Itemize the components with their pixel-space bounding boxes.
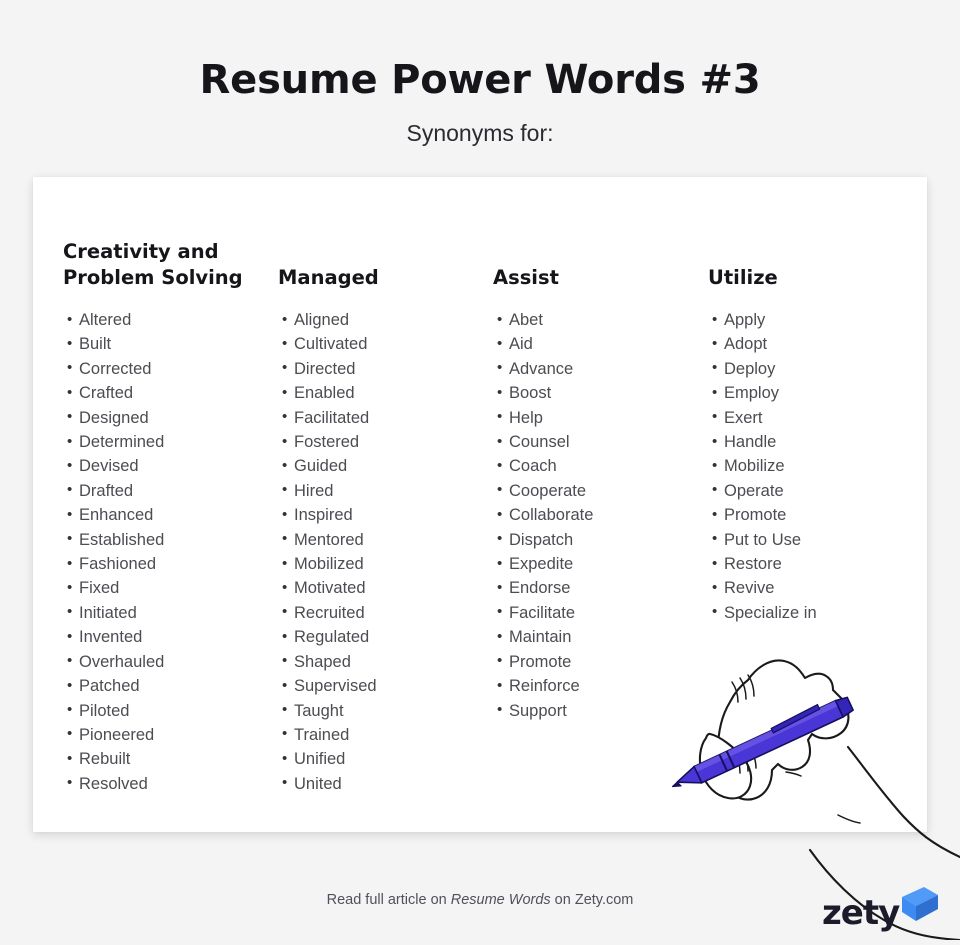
list-item: Apply bbox=[712, 307, 923, 332]
list-item: Initiated bbox=[67, 600, 278, 625]
list-item: Cooperate bbox=[497, 478, 708, 503]
footer-text-before: Read full article on bbox=[326, 892, 451, 908]
list-item: Recruited bbox=[282, 600, 493, 625]
list-item: Counsel bbox=[497, 430, 708, 455]
word-column-utilize: Utilize Apply Adopt Deploy Employ Exert … bbox=[708, 219, 923, 832]
zety-arrow-icon bbox=[898, 885, 940, 925]
list-item: Drafted bbox=[67, 478, 278, 503]
list-item: Fixed bbox=[67, 576, 278, 601]
list-item: Specialize in bbox=[712, 600, 923, 625]
list-item: Dispatch bbox=[497, 527, 708, 552]
list-item: Facilitated bbox=[282, 405, 493, 430]
list-item: Advance bbox=[497, 356, 708, 381]
list-item: Fostered bbox=[282, 430, 493, 455]
list-item: Trained bbox=[282, 722, 493, 747]
list-item: Pioneered bbox=[67, 722, 278, 747]
page-title: Resume Power Words #3 bbox=[199, 57, 761, 103]
list-item: Aligned bbox=[282, 307, 493, 332]
list-item: Taught bbox=[282, 698, 493, 723]
column-heading-box: Utilize bbox=[708, 219, 923, 291]
list-item: Devised bbox=[67, 454, 278, 479]
list-item: Unified bbox=[282, 747, 493, 772]
column-heading-managed: Managed bbox=[278, 266, 379, 290]
list-item: Abet bbox=[497, 307, 708, 332]
word-list-utilize: Apply Adopt Deploy Employ Exert Handle M… bbox=[708, 307, 923, 625]
list-item: Enhanced bbox=[67, 503, 278, 528]
column-heading-utilize: Utilize bbox=[708, 266, 778, 290]
list-item: Boost bbox=[497, 381, 708, 406]
list-item: Built bbox=[67, 332, 278, 357]
list-item: Promote bbox=[712, 503, 923, 528]
page-subtitle: Synonyms for: bbox=[406, 120, 554, 146]
word-list-managed: Aligned Cultivated Directed Enabled Faci… bbox=[278, 307, 493, 796]
list-item: Altered bbox=[67, 307, 278, 332]
column-heading-assist: Assist bbox=[493, 266, 559, 290]
list-item: Deploy bbox=[712, 356, 923, 381]
word-column-creativity: Creativity and Problem Solving Altered B… bbox=[63, 219, 278, 832]
list-item: Restore bbox=[712, 552, 923, 577]
list-item: Corrected bbox=[67, 356, 278, 381]
list-item: Support bbox=[497, 698, 708, 723]
list-item: Piloted bbox=[67, 698, 278, 723]
word-list-card: Creativity and Problem Solving Altered B… bbox=[33, 177, 927, 832]
list-item: Crafted bbox=[67, 381, 278, 406]
list-item: Put to Use bbox=[712, 527, 923, 552]
list-item: Operate bbox=[712, 478, 923, 503]
list-item: Exert bbox=[712, 405, 923, 430]
zety-logo-wordmark: zety bbox=[822, 893, 900, 933]
list-item: Reinforce bbox=[497, 674, 708, 699]
list-item: Mobilize bbox=[712, 454, 923, 479]
list-item: Directed bbox=[282, 356, 493, 381]
list-item: Determined bbox=[67, 430, 278, 455]
page-footer: Read full article on Resume Words on Zet… bbox=[0, 855, 960, 939]
list-item: Resolved bbox=[67, 771, 278, 796]
list-item: Regulated bbox=[282, 625, 493, 650]
list-item: Facilitate bbox=[497, 600, 708, 625]
list-item: Inspired bbox=[282, 503, 493, 528]
column-heading-creativity: Creativity and Problem Solving bbox=[63, 240, 243, 290]
list-item: Cultivated bbox=[282, 332, 493, 357]
list-item: Enabled bbox=[282, 381, 493, 406]
list-item: Motivated bbox=[282, 576, 493, 601]
column-heading-box: Creativity and Problem Solving bbox=[63, 219, 278, 291]
word-list-assist: Abet Aid Advance Boost Help Counsel Coac… bbox=[493, 307, 708, 723]
list-item: Mentored bbox=[282, 527, 493, 552]
word-list-creativity: Altered Built Corrected Crafted Designed… bbox=[63, 307, 278, 796]
list-item: Hired bbox=[282, 478, 493, 503]
list-item: Handle bbox=[712, 430, 923, 455]
list-item: Supervised bbox=[282, 674, 493, 699]
word-column-managed: Managed Aligned Cultivated Directed Enab… bbox=[278, 219, 493, 832]
zety-logo[interactable]: zety bbox=[822, 885, 942, 937]
word-column-assist: Assist Abet Aid Advance Boost Help Couns… bbox=[493, 219, 708, 832]
footer-text-emphasis: Resume Words bbox=[450, 892, 551, 908]
list-item: Fashioned bbox=[67, 552, 278, 577]
list-item: Guided bbox=[282, 454, 493, 479]
list-item: Expedite bbox=[497, 552, 708, 577]
list-item: Adopt bbox=[712, 332, 923, 357]
list-item: Revive bbox=[712, 576, 923, 601]
list-item: Mobilized bbox=[282, 552, 493, 577]
list-item: United bbox=[282, 771, 493, 796]
list-item: Collaborate bbox=[497, 503, 708, 528]
word-columns: Creativity and Problem Solving Altered B… bbox=[33, 177, 927, 832]
column-heading-box: Assist bbox=[493, 219, 708, 291]
list-item: Help bbox=[497, 405, 708, 430]
list-item: Designed bbox=[67, 405, 278, 430]
list-item: Employ bbox=[712, 381, 923, 406]
footer-text-after: on Zety.com bbox=[550, 892, 634, 908]
list-item: Rebuilt bbox=[67, 747, 278, 772]
list-item: Aid bbox=[497, 332, 708, 357]
footer-attribution: Read full article on Resume Words on Zet… bbox=[0, 892, 960, 908]
list-item: Coach bbox=[497, 454, 708, 479]
list-item: Endorse bbox=[497, 576, 708, 601]
list-item: Promote bbox=[497, 649, 708, 674]
page-header: Resume Power Words #3 Synonyms for: bbox=[0, 0, 960, 146]
list-item: Overhauled bbox=[67, 649, 278, 674]
list-item: Patched bbox=[67, 674, 278, 699]
list-item: Invented bbox=[67, 625, 278, 650]
column-heading-box: Managed bbox=[278, 219, 493, 291]
list-item: Established bbox=[67, 527, 278, 552]
list-item: Maintain bbox=[497, 625, 708, 650]
list-item: Shaped bbox=[282, 649, 493, 674]
